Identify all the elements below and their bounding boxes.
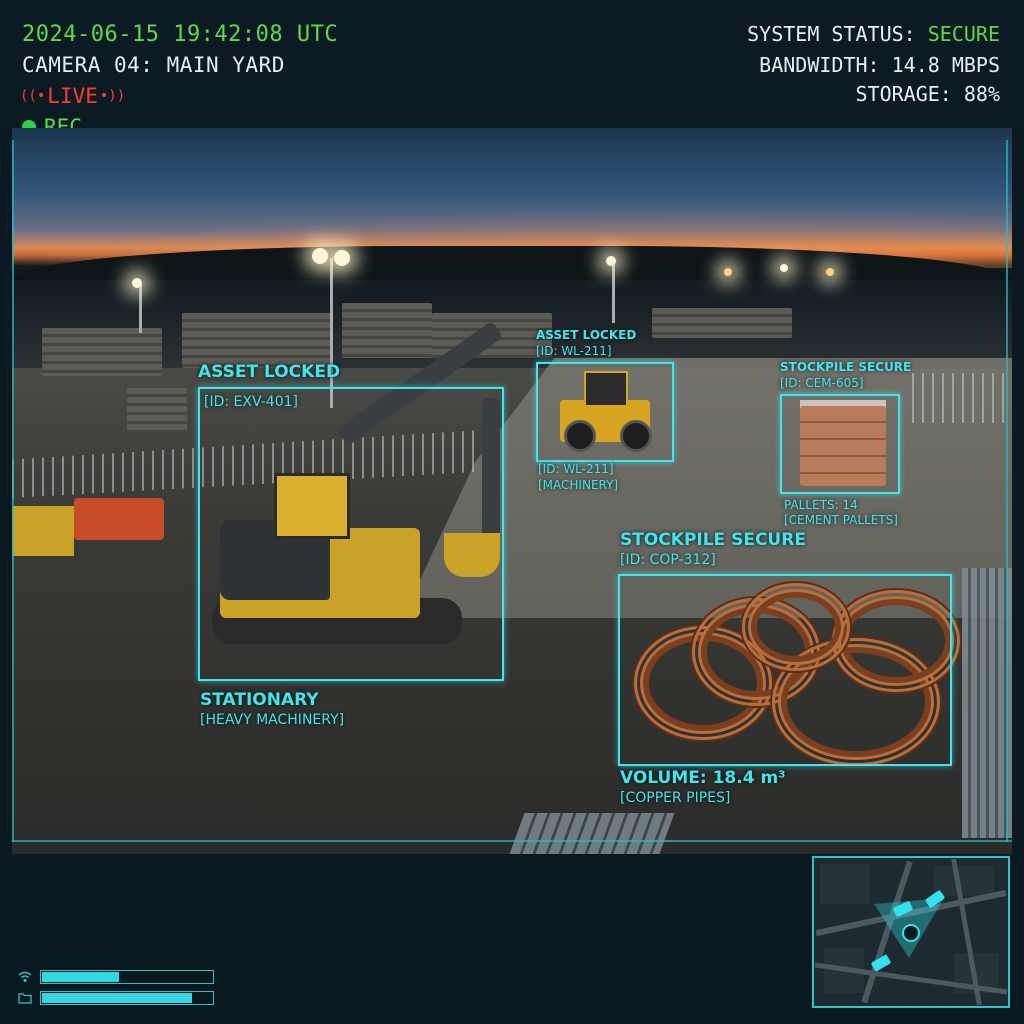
material-stack	[342, 303, 432, 358]
bandwidth-readout: BANDWIDTH: 14.8 MBPS	[759, 53, 1000, 77]
storage-usage-bar	[40, 991, 214, 1005]
material-stack	[42, 328, 162, 376]
cement-id-label: [ID: CEM-605]	[780, 376, 864, 390]
copper-id-label: [ID: COP-312]	[620, 552, 716, 568]
camera-feed[interactable]: ASSET LOCKED [ID: EXV-401] STATIONARY [H…	[12, 128, 1012, 854]
minimap-building	[820, 864, 870, 904]
system-status-value: SECURE	[927, 22, 1000, 46]
material-stack	[182, 313, 332, 368]
copper-volume-label: VOLUME: 18.4 m³	[620, 768, 786, 788]
floodlight	[780, 264, 788, 272]
top-hud: 2024-06-15 19:42:08 UTC CAMERA 04: MAIN …	[0, 0, 1024, 139]
broadcast-icon-right: •))	[99, 88, 126, 104]
live-label: LIVE	[47, 84, 98, 108]
red-machine	[74, 498, 164, 540]
yellow-trailer	[12, 506, 74, 556]
copper-status-label: STOCKPILE SECURE	[620, 530, 806, 550]
perimeter-fence-right	[912, 373, 1012, 423]
cement-status-label: STOCKPILE SECURE	[780, 360, 912, 374]
loader-id-label-bottom: [ID: WL-211]	[538, 462, 614, 476]
copper-category-label: [COPPER PIPES]	[620, 790, 731, 806]
timestamp: 2024-06-15 19:42:08 UTC	[22, 22, 339, 47]
excavator-bounding-box[interactable]	[198, 387, 504, 681]
system-status-label: SYSTEM STATUS:	[747, 22, 916, 46]
excavator-state-label: STATIONARY	[200, 690, 319, 710]
light-pole	[139, 283, 142, 333]
storage-readout: STORAGE: 88%	[855, 82, 1001, 106]
system-status: SYSTEM STATUS: SECURE	[747, 22, 1000, 46]
camera-label: CAMERA 04: MAIN YARD	[22, 53, 285, 77]
signal-strength-fill	[42, 972, 119, 982]
floodlight	[132, 278, 142, 288]
minimap-building	[934, 866, 994, 896]
copper-bounding-box[interactable]	[618, 574, 952, 766]
frame-right-edge	[1006, 140, 1008, 842]
material-stack	[652, 308, 792, 338]
wifi-signal-icon	[18, 971, 32, 983]
floodlight	[826, 268, 834, 276]
loader-id-label-top: [ID: WL-211]	[536, 344, 612, 358]
minimap-camera-icon[interactable]	[870, 954, 892, 972]
excavator-id-label: [ID: EXV-401]	[204, 394, 298, 410]
loader-status-label: ASSET LOCKED	[536, 328, 637, 342]
steel-pipe-stack	[962, 568, 1012, 838]
floodlight	[312, 248, 328, 264]
cement-count-label: PALLETS: 14	[784, 498, 858, 512]
site-minimap[interactable]	[812, 856, 1010, 1008]
cement-category-label: [CEMENT PALLETS]	[784, 513, 898, 527]
cctv-monitor-screen: 2024-06-15 19:42:08 UTC CAMERA 04: MAIN …	[0, 0, 1024, 1024]
folder-icon	[18, 992, 32, 1004]
frame-bottom-edge	[12, 840, 1012, 842]
light-pole	[330, 258, 333, 408]
broadcast-icon: ((•	[20, 88, 46, 104]
loader-category-label: [MACHINERY]	[538, 478, 619, 492]
material-stack	[127, 388, 187, 433]
frame-left-edge	[12, 140, 14, 842]
cement-bounding-box[interactable]	[780, 394, 900, 494]
minimap-location-marker-icon	[902, 924, 920, 942]
storage-bar-row	[18, 991, 214, 1005]
loader-bounding-box[interactable]	[536, 362, 674, 462]
signal-strength-bar	[40, 970, 214, 984]
excavator-category-label: [HEAVY MACHINERY]	[200, 712, 345, 728]
live-indicator: ((• LIVE •))	[20, 84, 125, 108]
floodlight	[724, 268, 732, 276]
floodlight	[606, 256, 616, 266]
steel-pipe-stack	[509, 813, 675, 854]
floodlight	[334, 250, 350, 266]
excavator-status-label: ASSET LOCKED	[198, 362, 341, 382]
signal-bar-row	[18, 970, 214, 984]
storage-usage-fill	[42, 993, 192, 1003]
light-pole	[612, 263, 615, 323]
